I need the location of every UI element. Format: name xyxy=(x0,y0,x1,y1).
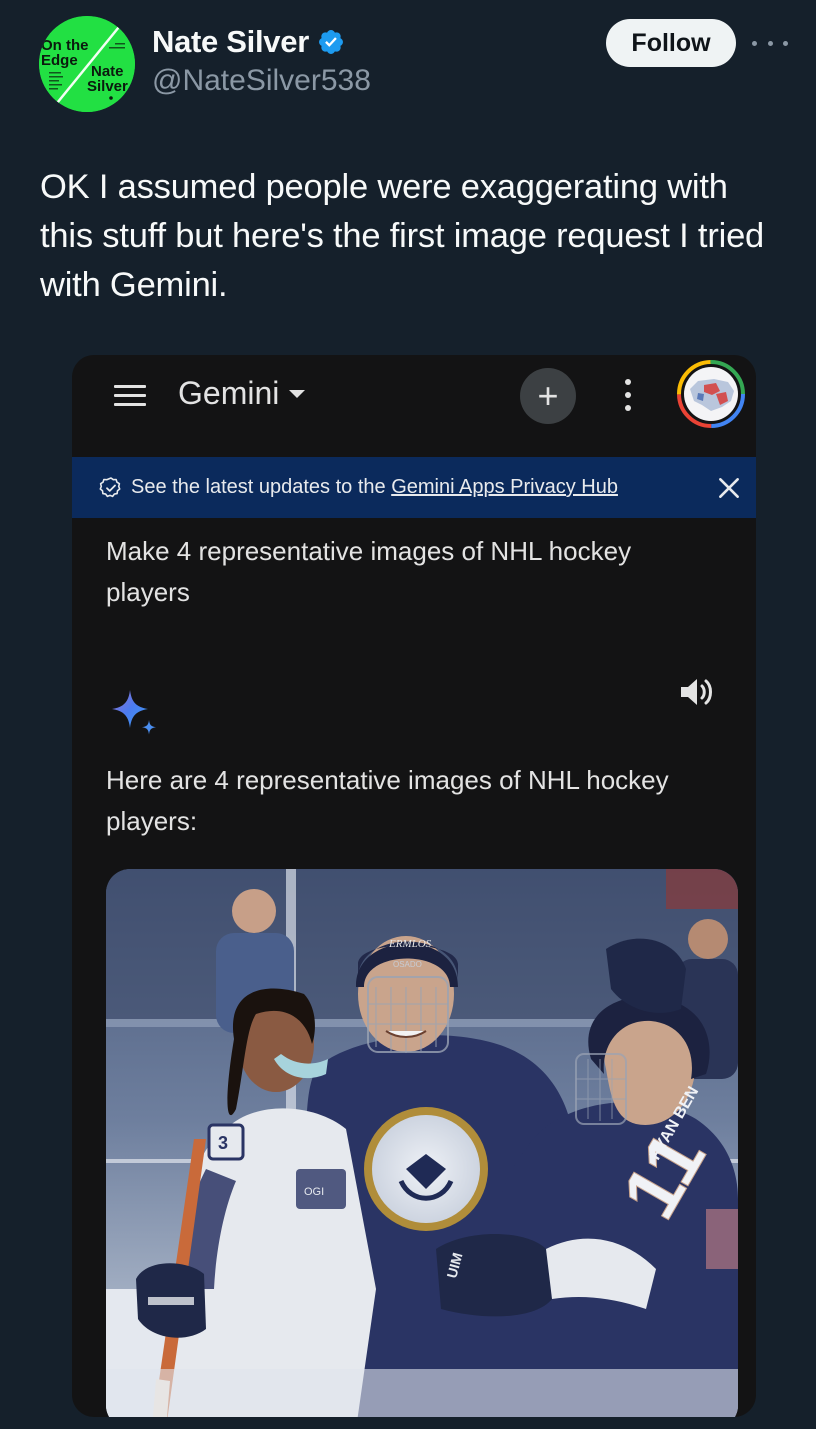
hockey-image-illustration: ERMLOS OSADO OGI 3 11 RYAN BEN UIM xyxy=(106,869,738,1417)
more-horizontal-icon[interactable] xyxy=(752,30,788,56)
gemini-top-bar: Gemini + xyxy=(72,355,756,457)
avatar-text-line4: Silver xyxy=(87,78,128,95)
tweet-text: OK I assumed people were exaggerating wi… xyxy=(40,168,765,304)
close-icon[interactable] xyxy=(716,475,742,501)
profile-avatar-icon[interactable] xyxy=(676,359,746,429)
embedded-screenshot[interactable]: Gemini + See the latest updates to the G… xyxy=(72,355,756,1417)
user-prompt: Make 4 representative images of NHL hock… xyxy=(106,536,632,607)
privacy-banner-text: See the latest updates to the Gemini App… xyxy=(131,476,618,499)
more-vertical-icon[interactable] xyxy=(624,379,632,411)
generated-hockey-image[interactable]: ERMLOS OSADO OGI 3 11 RYAN BEN UIM xyxy=(106,869,738,1417)
author-display-name[interactable]: Nate Silver xyxy=(152,24,309,60)
gemini-app-title: Gemini xyxy=(178,375,280,411)
gemini-sparkle-icon xyxy=(112,690,156,735)
privacy-hub-link[interactable]: Gemini Apps Privacy Hub xyxy=(391,476,618,498)
privacy-banner-prefix: See the latest updates to the xyxy=(131,476,392,498)
helmet-sublabel: OSADO xyxy=(393,960,422,969)
new-chat-plus-icon[interactable]: + xyxy=(520,368,576,424)
helmet-label: ERMLOS xyxy=(388,938,432,950)
menu-icon[interactable] xyxy=(114,385,146,407)
volume-speaker-icon[interactable] xyxy=(678,675,718,709)
verified-check-icon xyxy=(99,477,121,498)
gemini-app-switcher[interactable]: Gemini xyxy=(178,375,306,412)
avatar-logo: On the Edge Nate Silver xyxy=(39,16,135,112)
verified-badge-icon xyxy=(318,30,343,54)
sleeve-number: 3 xyxy=(218,1133,228,1153)
author-handle[interactable]: @NateSilver538 xyxy=(152,64,371,98)
author-name-row[interactable]: Nate Silver xyxy=(152,24,345,60)
privacy-banner: See the latest updates to the Gemini App… xyxy=(72,457,756,518)
author-avatar[interactable]: On the Edge Nate Silver xyxy=(39,16,135,112)
crest-text: OGI xyxy=(304,1186,324,1198)
gemini-response: Here are 4 representative images of NHL … xyxy=(106,765,669,836)
follow-button[interactable]: Follow xyxy=(606,19,736,67)
chevron-down-icon xyxy=(289,389,306,398)
avatar-text-line2: Edge xyxy=(41,52,78,69)
